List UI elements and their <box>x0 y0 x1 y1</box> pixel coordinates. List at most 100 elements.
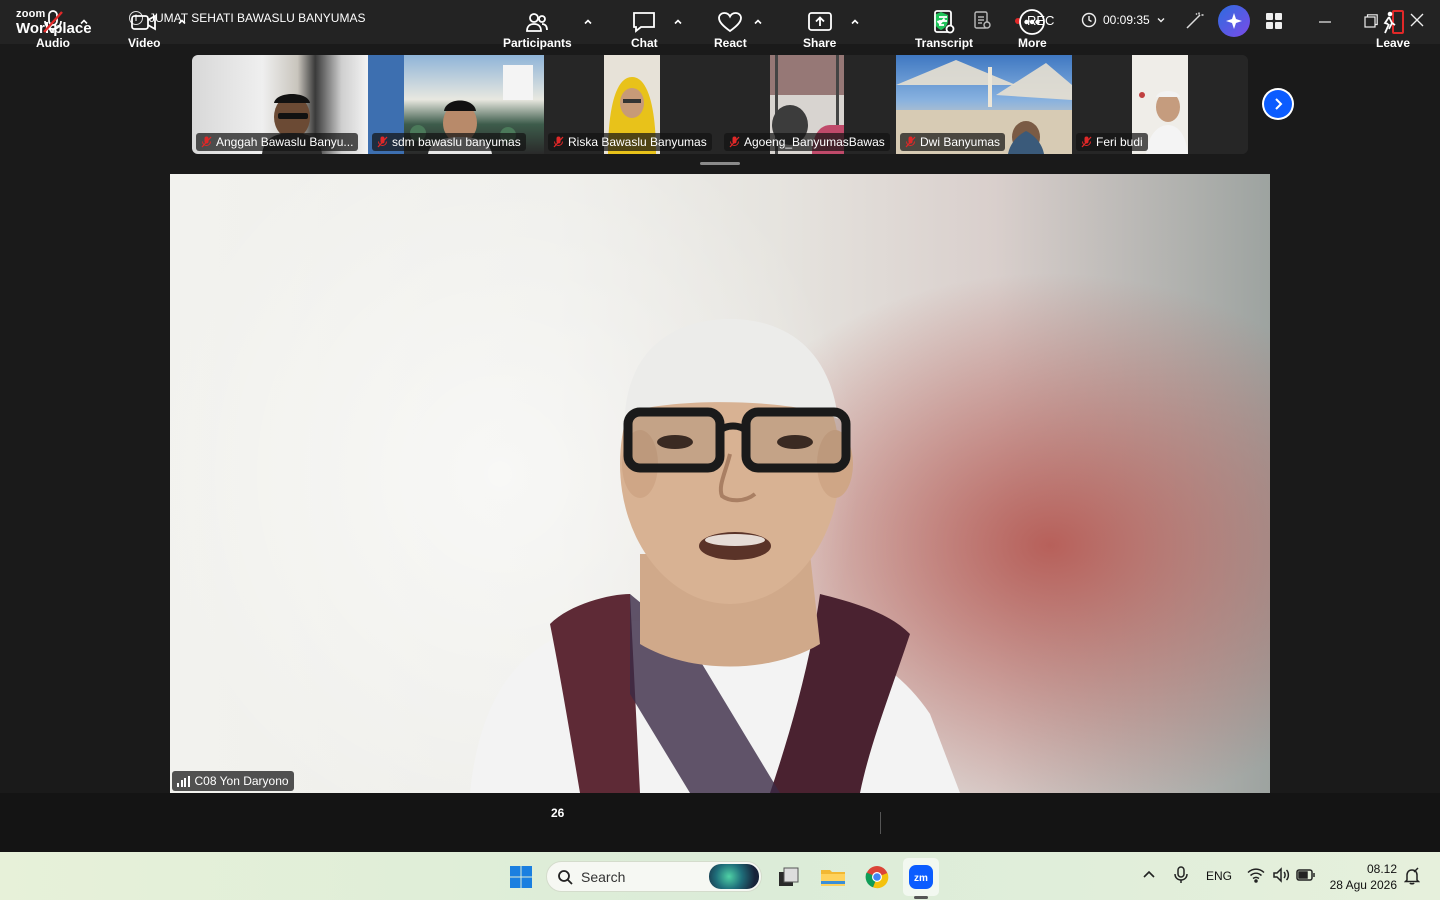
participant-label: Anggah Bawaslu Banyu... <box>196 133 359 151</box>
chrome-icon[interactable] <box>862 862 892 892</box>
system-clock[interactable]: 08.12 28 Agu 2026 <box>1329 861 1397 893</box>
transcript-label: Transcript <box>915 36 974 50</box>
share-button[interactable]: Share <box>803 8 836 50</box>
react-options-caret[interactable] <box>753 14 763 25</box>
chevron-up-icon[interactable] <box>1141 867 1157 886</box>
clock-time: 08.12 <box>1366 862 1397 876</box>
audio-options-caret[interactable] <box>79 14 89 25</box>
chat-button[interactable]: Chat <box>631 8 658 50</box>
participant-label: Agoeng_BanyumasBawas <box>724 133 890 151</box>
react-button[interactable]: React <box>714 8 747 50</box>
transcript-button[interactable]: Transcript <box>915 8 973 50</box>
participants-options-caret[interactable] <box>583 14 593 25</box>
search-placeholder: Search <box>581 868 626 885</box>
participant-label: Dwi Banyumas <box>900 133 1006 151</box>
participant-tile[interactable]: sdm bawaslu banyumas <box>368 55 544 154</box>
active-speaker-video <box>170 174 1270 793</box>
active-speaker-label: C08 Yon Daryono <box>172 771 294 791</box>
search-highlight-image <box>709 864 759 889</box>
participant-name: Riska Bawaslu Banyumas <box>568 135 707 149</box>
participants-count: 26 <box>551 806 565 820</box>
mic-muted-icon <box>40 8 66 36</box>
gallery-next-button[interactable] <box>1262 88 1294 120</box>
participant-label: Feri budi <box>1076 133 1148 151</box>
mic-muted-icon <box>377 136 388 148</box>
minimize-button[interactable] <box>1317 12 1333 33</box>
mic-muted-icon <box>1081 136 1092 148</box>
speaker-figure <box>170 174 960 793</box>
video-button[interactable]: Video <box>128 8 160 50</box>
participants-icon <box>525 8 549 36</box>
notes-icon[interactable] <box>972 10 992 35</box>
leave-button[interactable]: Leave <box>1376 8 1410 50</box>
chat-options-caret[interactable] <box>673 14 683 25</box>
annotate-wand-icon[interactable] <box>1184 11 1204 36</box>
participant-tile[interactable]: Feri budi <box>1072 55 1248 154</box>
battery-icon[interactable] <box>1296 868 1316 885</box>
more-dots-icon <box>1018 8 1046 36</box>
share-label: Share <box>803 36 837 50</box>
toolbar-divider <box>880 812 881 834</box>
more-label: More <box>1018 36 1047 50</box>
mic-muted-icon <box>729 136 740 148</box>
participant-label: sdm bawaslu banyumas <box>372 133 526 151</box>
meeting-timer[interactable]: 00:09:35 <box>1081 12 1166 28</box>
chat-bubble-icon <box>631 8 657 36</box>
transcript-icon <box>932 8 956 36</box>
participant-name: sdm bawaslu banyumas <box>392 135 521 149</box>
ai-companion-button[interactable] <box>1218 5 1250 37</box>
windows-taskbar: Search zm ENG 08.12 28 Agu 2026 <box>0 852 1440 900</box>
file-explorer-icon[interactable] <box>818 862 848 892</box>
participant-tile[interactable]: Dwi Banyumas <box>896 55 1072 154</box>
audio-button[interactable]: Audio <box>36 8 70 50</box>
participant-tile[interactable]: Agoeng_BanyumasBawas <box>720 55 896 154</box>
participant-name: Agoeng_BanyumasBawas <box>744 135 885 149</box>
participants-button[interactable]: Participants <box>503 8 572 50</box>
microphone-icon[interactable] <box>1173 866 1189 887</box>
gallery-strip: Anggah Bawaslu Banyu... sdm bawaslu bany… <box>192 55 1248 154</box>
share-screen-icon <box>807 8 833 36</box>
volume-icon[interactable] <box>1272 867 1290 886</box>
participant-name: Feri budi <box>1096 135 1143 149</box>
meeting-controls-bar <box>0 793 1440 852</box>
task-view-icon[interactable] <box>774 862 804 892</box>
share-options-caret[interactable] <box>850 14 860 25</box>
windows-start-icon[interactable] <box>509 865 533 894</box>
notification-bell-icon[interactable] <box>1403 867 1421 888</box>
timer-value: 00:09:35 <box>1103 13 1150 27</box>
participant-name: Dwi Banyumas <box>920 135 1001 149</box>
participant-label: Riska Bawaslu Banyumas <box>548 133 712 151</box>
react-label: React <box>714 36 747 50</box>
more-button[interactable]: More <box>1018 8 1047 50</box>
heart-icon <box>717 8 743 36</box>
video-label: Video <box>128 36 161 50</box>
chat-label: Chat <box>631 36 658 50</box>
signal-strength-icon <box>177 775 190 787</box>
mic-muted-icon <box>905 136 916 148</box>
video-options-caret[interactable] <box>177 14 187 25</box>
participant-tile[interactable]: Riska Bawaslu Banyumas <box>544 55 720 154</box>
participant-tile[interactable]: Anggah Bawaslu Banyu... <box>192 55 368 154</box>
wifi-icon[interactable] <box>1247 867 1265 886</box>
zoom-app-icon[interactable]: zm <box>906 862 936 892</box>
apps-grid-icon[interactable] <box>1265 12 1283 35</box>
active-speaker-name: C08 Yon Daryono <box>194 774 289 788</box>
clock-date: 28 Agu 2026 <box>1329 878 1397 892</box>
sparkle-icon <box>1226 13 1242 29</box>
search-icon <box>558 869 573 885</box>
zoom-running-indicator <box>914 896 928 899</box>
leave-label: Leave <box>1376 36 1411 50</box>
camera-icon <box>130 8 158 36</box>
chevron-right-icon <box>1275 98 1283 110</box>
participants-label: Participants <box>503 36 572 50</box>
input-language[interactable]: ENG <box>1206 869 1232 883</box>
gallery-resize-handle[interactable] <box>700 162 740 165</box>
chevron-down-icon <box>1157 18 1165 23</box>
leave-door-icon <box>1379 8 1407 36</box>
meeting-info[interactable]: i JUMAT SEHATI BAWASLU BANYUMAS <box>129 11 365 25</box>
mic-muted-icon <box>553 136 564 148</box>
mic-muted-icon <box>201 136 212 148</box>
close-window-button[interactable] <box>1409 12 1425 33</box>
taskbar-search[interactable]: Search <box>546 861 762 892</box>
svg-text:zm: zm <box>914 873 928 884</box>
